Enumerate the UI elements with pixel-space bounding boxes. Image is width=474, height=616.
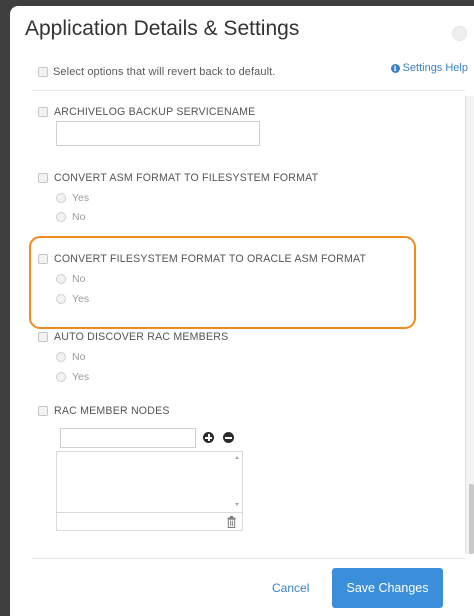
- convert-fs-no-radio[interactable]: [56, 274, 66, 284]
- convert-fs-yes-label: Yes: [72, 293, 90, 305]
- header-divider: [32, 90, 465, 91]
- close-icon[interactable]: [452, 26, 467, 41]
- rac-node-list[interactable]: [56, 451, 243, 513]
- scroll-up-icon[interactable]: [235, 456, 239, 459]
- convert-fs-checkbox[interactable]: [38, 254, 48, 264]
- rac-nodes-label: RAC MEMBER NODES: [54, 405, 170, 417]
- convert-asm-yes-radio[interactable]: [56, 193, 66, 203]
- rac-nodes-checkbox[interactable]: [38, 406, 48, 416]
- convert-asm-no-label: No: [72, 211, 86, 223]
- revert-defaults-checkbox[interactable]: [38, 67, 48, 77]
- revert-defaults-label: Select options that will revert back to …: [53, 66, 276, 78]
- settings-scroll-thumb[interactable]: [469, 484, 474, 554]
- convert-asm-label: CONVERT ASM FORMAT TO FILESYSTEM FORMAT: [54, 172, 319, 184]
- settings-dialog: Application Details & Settings Select op…: [10, 6, 474, 616]
- auto-discover-no-radio[interactable]: [56, 352, 66, 362]
- convert-fs-yes-radio[interactable]: [56, 294, 66, 304]
- auto-discover-yes-label: Yes: [72, 371, 90, 383]
- convert-asm-yes-label: Yes: [72, 192, 90, 204]
- remove-node-icon[interactable]: [223, 432, 234, 443]
- cancel-button[interactable]: Cancel: [272, 581, 309, 595]
- auto-discover-yes-radio[interactable]: [56, 372, 66, 382]
- convert-asm-no-radio[interactable]: [56, 212, 66, 222]
- settings-help-link[interactable]: i Settings Help: [390, 62, 468, 74]
- save-changes-button[interactable]: Save Changes: [332, 568, 443, 608]
- convert-fs-label: CONVERT FILESYSTEM FORMAT TO ORACLE ASM …: [54, 253, 367, 265]
- archivelog-label: ARCHIVELOG BACKUP SERVICENAME: [54, 106, 256, 118]
- highlight-outline: [29, 236, 416, 329]
- archivelog-input[interactable]: [56, 121, 260, 146]
- add-node-icon[interactable]: [203, 432, 214, 443]
- trash-icon[interactable]: [227, 516, 236, 528]
- convert-asm-checkbox[interactable]: [38, 173, 48, 183]
- scroll-down-icon[interactable]: [235, 503, 239, 506]
- auto-discover-label: AUTO DISCOVER RAC MEMBERS: [54, 331, 229, 343]
- rac-node-input[interactable]: [60, 428, 196, 448]
- settings-help-label: Settings Help: [402, 62, 468, 74]
- footer-divider: [32, 558, 465, 559]
- info-icon: i: [390, 63, 400, 73]
- auto-discover-no-label: No: [72, 351, 86, 363]
- auto-discover-checkbox[interactable]: [38, 332, 48, 342]
- convert-fs-no-label: No: [72, 273, 86, 285]
- archivelog-checkbox[interactable]: [38, 107, 48, 117]
- rac-node-list-scrollbar[interactable]: [232, 452, 242, 512]
- dialog-title: Application Details & Settings: [25, 17, 300, 40]
- rac-node-list-footer: [56, 513, 243, 531]
